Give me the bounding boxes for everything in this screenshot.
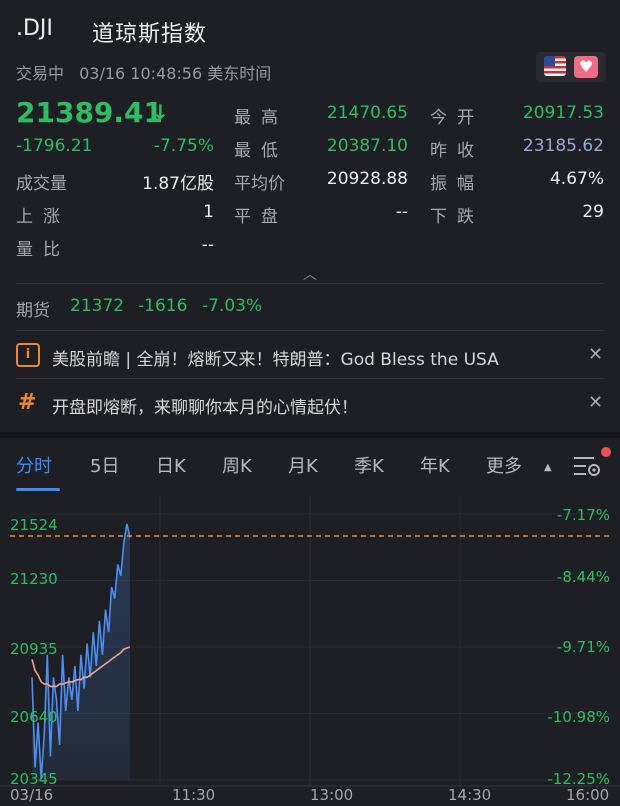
tab-daily-k[interactable]: 日K	[156, 452, 186, 478]
index-name: 道琼斯指数	[92, 22, 208, 47]
timestamp: 03/16 10:48:56 美东时间	[79, 64, 272, 83]
divider	[16, 330, 604, 331]
y-pct-tick-label: -7.17%	[556, 506, 610, 524]
high-label: 最高	[234, 108, 288, 128]
up-count-value: 1	[203, 202, 214, 222]
tab-weekly-k[interactable]: 周K	[222, 452, 252, 478]
heart-icon[interactable]: ♥	[574, 56, 598, 78]
y-pct-tick-label: -9.71%	[556, 638, 610, 656]
price-change: -1796.21	[16, 136, 93, 156]
amplitude-value: 4.67%	[549, 169, 604, 189]
x-tick-label: 03/16	[10, 786, 54, 804]
tab-yearly-k[interactable]: 年K	[420, 452, 450, 478]
price-change-pct: -7.75%	[153, 136, 214, 156]
close-icon[interactable]: ✕	[588, 392, 603, 413]
volume-ratio-label: 量比	[16, 240, 70, 260]
y-tick-label: 20935	[10, 640, 58, 658]
active-tab-indicator	[16, 488, 60, 491]
intraday-chart[interactable]	[0, 496, 620, 806]
x-tick-label: 14:30	[448, 786, 492, 804]
topic-prompt[interactable]: 开盘即熔断，来聊聊你本月的心情起伏！	[52, 393, 358, 418]
high-value: 21470.65	[326, 103, 408, 123]
volume-label: 成交量	[16, 174, 67, 194]
trading-status: 交易中 03/16 10:48:56 美东时间	[16, 60, 271, 84]
prev-close-value: 23185.62	[522, 136, 604, 156]
info-icon: i	[16, 343, 40, 367]
dropdown-triangle-icon[interactable]: ▲	[544, 462, 552, 473]
status-text: 交易中	[16, 64, 65, 83]
low-label: 最低	[234, 141, 288, 161]
y-tick-label: 20640	[10, 708, 58, 726]
avg-price-value: 20928.88	[326, 169, 408, 189]
divider	[16, 378, 604, 379]
up-count-label: 上涨	[16, 207, 70, 227]
tab-monthly-k[interactable]: 月K	[288, 452, 318, 478]
down-arrow-icon: ↓	[152, 100, 169, 124]
prev-close-label: 昨收	[430, 141, 484, 161]
us-flag-icon[interactable]	[544, 56, 566, 76]
flat-count-label: 平盘	[234, 207, 288, 227]
low-value: 20387.10	[326, 136, 408, 156]
open-value: 20917.53	[522, 103, 604, 123]
ticker-symbol: .DJI	[16, 16, 53, 41]
notification-dot	[601, 447, 611, 457]
down-count-value: 29	[582, 202, 604, 222]
y-tick-label: 21230	[10, 570, 58, 588]
last-price: 21389.41	[16, 96, 164, 129]
down-count-label: 下跌	[430, 207, 484, 227]
volume-value: 1.87亿股	[142, 174, 214, 194]
tab-intraday[interactable]: 分时	[16, 452, 52, 478]
divider	[16, 283, 604, 284]
tab-5day[interactable]: 5日	[90, 452, 119, 478]
y-pct-tick-label: -8.44%	[556, 568, 610, 586]
y-tick-label: 21524	[10, 516, 58, 534]
tab-more[interactable]: 更多	[486, 452, 522, 478]
avg-price-label: 平均价	[234, 174, 285, 194]
x-tick-label: 16:00	[566, 786, 610, 804]
futures-change-pct: -7.03%	[202, 296, 263, 316]
volume-ratio-value: --	[201, 235, 214, 255]
x-tick-label: 11:30	[172, 786, 216, 804]
futures-label: 期货	[16, 301, 50, 321]
flat-count-value: --	[395, 202, 408, 222]
futures-change: -1616	[138, 296, 188, 316]
open-label: 今开	[430, 108, 484, 128]
chevron-up-icon[interactable]: ︿	[300, 264, 320, 283]
amplitude-label: 振幅	[430, 174, 484, 194]
tab-quarterly-k[interactable]: 季K	[354, 452, 384, 478]
x-tick-label: 13:00	[310, 786, 354, 804]
futures-price: 21372	[70, 296, 125, 316]
news-headline[interactable]: 美股前瞻 | 全崩！熔断又来！特朗普：God Bless the USA	[52, 345, 499, 370]
y-pct-tick-label: -10.98%	[547, 708, 610, 726]
hashtag-icon: #	[18, 390, 37, 415]
close-icon[interactable]: ✕	[588, 344, 603, 365]
chart-settings-icon[interactable]	[572, 454, 602, 478]
